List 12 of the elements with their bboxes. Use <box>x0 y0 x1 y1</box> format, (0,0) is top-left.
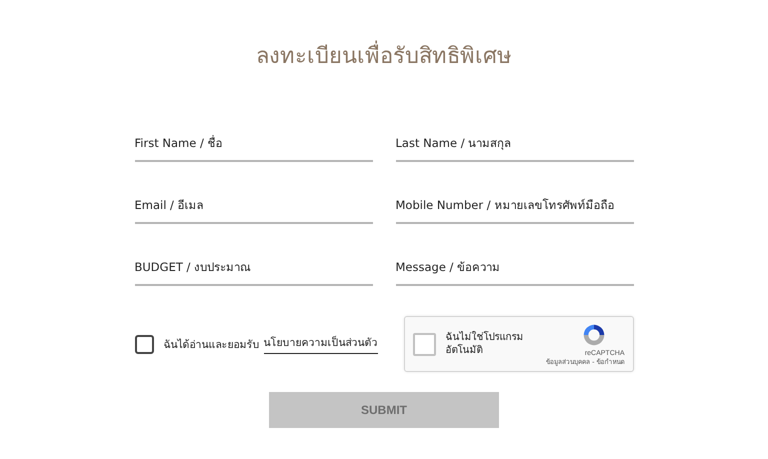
input-field[interactable]: Message / ข้อความ <box>396 249 634 286</box>
input-field[interactable]: BUDGET / งบประมาณ <box>134 249 372 286</box>
form-title: ลงทะเบียนเพื่อรับสิทธิพิเศษ <box>256 38 512 73</box>
privacy-policy-link[interactable]: นโยบายความเป็นส่วนตัว <box>264 334 378 354</box>
captcha-label: ฉันไม่ใช่โปรแกรมอัตโนมัติ <box>446 331 524 357</box>
consent-text: ฉันได้อ่านและยอมรับ <box>164 338 260 352</box>
input-field[interactable]: Last Name / นามสกุล <box>396 125 634 162</box>
consent-checkbox[interactable] <box>134 334 154 354</box>
input-field[interactable]: Email / อีเมล <box>134 187 372 224</box>
captcha-checkbox[interactable] <box>412 332 436 356</box>
input-field[interactable]: First Name / ชื่อ <box>134 125 372 162</box>
input-field[interactable]: Mobile Number / หมายเลขโทรศัพท์มือถือ <box>396 187 634 224</box>
